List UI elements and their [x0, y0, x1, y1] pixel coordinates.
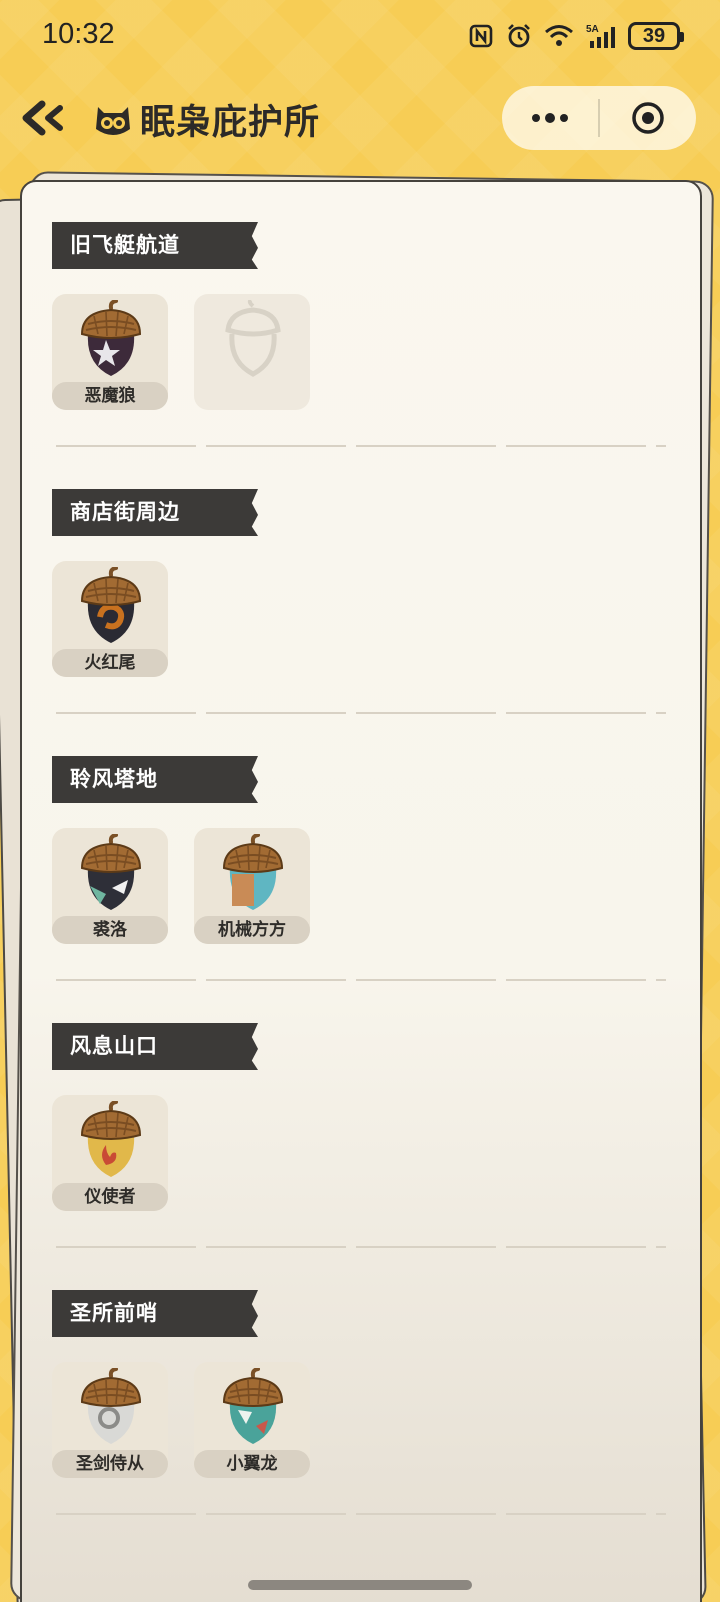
section: 风息山口 仪使者: [22, 983, 700, 1250]
section-title: 圣所前哨: [52, 1290, 258, 1337]
section-divider: [56, 445, 666, 447]
creature-name: 仪使者: [52, 1183, 168, 1211]
double-chevron-left-icon[interactable]: [20, 98, 66, 138]
more-dots-icon: [532, 113, 568, 123]
target-close-icon: [632, 102, 664, 134]
section-divider: [56, 1513, 666, 1515]
cellular-icon: 5A: [586, 24, 615, 48]
home-indicator[interactable]: [248, 1580, 472, 1590]
title-group: 眠枭庇护所: [92, 94, 320, 145]
creature-card[interactable]: 恶魔狼: [52, 294, 168, 410]
collection-panel: 旧飞艇航道恶魔狼商店街周边火红尾聆风塔地裘洛 机械方方风息山口仪使者圣所前哨圣剑侍…: [20, 180, 702, 1602]
acorn-icon: [80, 567, 142, 643]
creature-name: 恶魔狼: [52, 382, 168, 410]
creature-card[interactable]: 裘洛: [52, 828, 168, 944]
creature-card[interactable]: 火红尾: [52, 561, 168, 677]
section-list: 旧飞艇航道恶魔狼商店街周边火红尾聆风塔地裘洛 机械方方风息山口仪使者圣所前哨圣剑侍…: [22, 182, 700, 1517]
mini-program-capsule: [502, 86, 696, 150]
nfc-icon: [469, 24, 493, 48]
header: 眠枭庇护所: [0, 84, 720, 154]
creature-name: 火红尾: [52, 649, 168, 677]
more-button[interactable]: [502, 86, 598, 150]
acorn-icon: [222, 834, 284, 910]
creature-name: 小翼龙: [194, 1450, 310, 1478]
section-divider: [56, 979, 666, 981]
acorn-icon: [80, 1368, 142, 1444]
section: 旧飞艇航道 恶魔狼: [22, 182, 700, 449]
card-row: 仪使者: [52, 1095, 168, 1211]
card-row: 圣剑侍从 小翼龙: [52, 1362, 310, 1478]
creature-card[interactable]: 小翼龙: [194, 1362, 310, 1478]
empty-card-slot[interactable]: [194, 294, 310, 410]
battery-icon: 39: [628, 22, 684, 50]
card-row: 裘洛 机械方方: [52, 828, 310, 944]
section: 聆风塔地裘洛 机械方方: [22, 716, 700, 983]
svg-text:5A: 5A: [586, 24, 599, 35]
section-divider: [56, 1246, 666, 1248]
battery-level: 39: [642, 24, 666, 47]
wifi-icon: [545, 25, 573, 46]
creature-name: 圣剑侍从: [52, 1450, 168, 1478]
section-title: 风息山口: [52, 1023, 258, 1070]
creature-card[interactable]: 仪使者: [52, 1095, 168, 1211]
creature-name: 裘洛: [52, 916, 168, 944]
acorn-icon: [80, 300, 142, 376]
acorn-icon: [80, 834, 142, 910]
close-button[interactable]: [600, 86, 696, 150]
acorn-icon: [80, 1101, 142, 1177]
section-title: 商店街周边: [52, 489, 258, 536]
section: 商店街周边 火红尾: [22, 449, 700, 716]
creature-card[interactable]: 圣剑侍从: [52, 1362, 168, 1478]
creature-card[interactable]: 机械方方: [194, 828, 310, 944]
page-title: 眠枭庇护所: [140, 103, 321, 143]
section-divider: [56, 712, 666, 714]
card-row: 火红尾: [52, 561, 168, 677]
status-bar: 10:32 5A 39: [0, 0, 720, 74]
card-row: 恶魔狼: [52, 294, 310, 410]
section-title: 旧飞艇航道: [52, 222, 258, 269]
section: 圣所前哨圣剑侍从 小翼龙: [22, 1250, 700, 1517]
status-icons: 5A 39: [468, 22, 684, 50]
acorn-icon: [222, 1368, 284, 1444]
status-time: 10:32: [42, 18, 115, 50]
creature-name: 机械方方: [194, 916, 310, 944]
section-title: 聆风塔地: [52, 756, 258, 803]
alarm-icon: [508, 24, 530, 48]
acorn-placeholder-icon: [225, 300, 281, 377]
owl-icon: [96, 106, 130, 135]
